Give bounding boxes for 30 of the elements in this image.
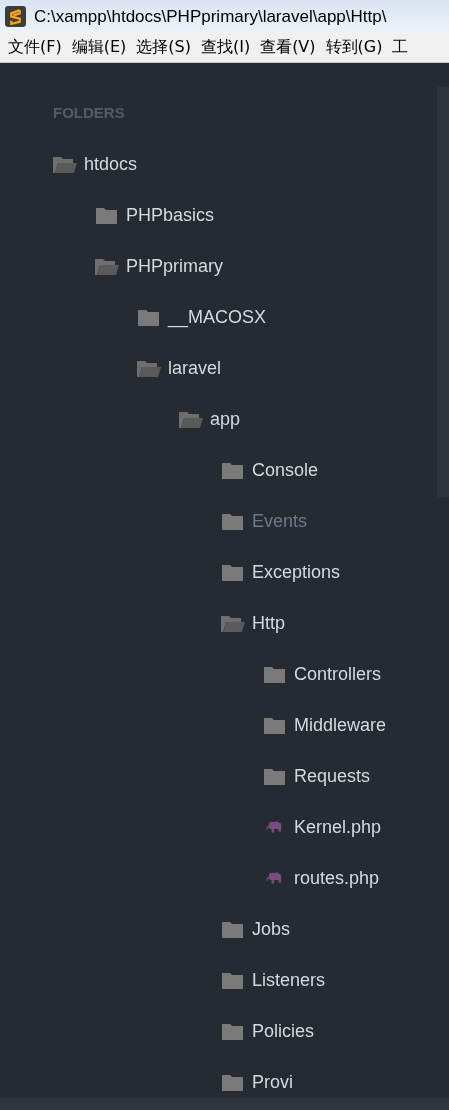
- app-logo-icon: [5, 6, 26, 27]
- folder-item[interactable]: Provi: [252, 1072, 293, 1093]
- folder-item[interactable]: laravel: [168, 358, 222, 379]
- elephant-icon: [266, 871, 284, 886]
- folder-item[interactable]: Exceptions: [252, 562, 341, 583]
- folder-item[interactable]: Controllers: [294, 664, 382, 685]
- menu-item[interactable]: 编辑(E): [71, 37, 127, 58]
- folder-item[interactable]: Console: [252, 460, 319, 481]
- menu-item[interactable]: 文件(F): [8, 37, 62, 58]
- window-title: C:\xampp\htdocs\PHPprimary\laravel\app\Http\: [34, 6, 387, 27]
- menu-item[interactable]: 工: [392, 37, 409, 58]
- folder-item[interactable]: htdocs: [84, 154, 138, 175]
- menu-item[interactable]: 转到(G): [325, 37, 383, 58]
- file-item[interactable]: Kernel.php: [294, 817, 382, 838]
- folder-item[interactable]: __MACOSX: [168, 307, 267, 328]
- elephant-icon: [266, 820, 284, 835]
- file-item[interactable]: routes.php: [294, 868, 380, 889]
- folder-item[interactable]: Policies: [252, 1021, 315, 1042]
- folder-item[interactable]: PHPprimary: [126, 256, 223, 277]
- folder-item[interactable]: Jobs: [252, 919, 291, 940]
- folder-item[interactable]: Http: [252, 613, 285, 634]
- menu-item[interactable]: 查看(V): [260, 37, 316, 58]
- menu-item[interactable]: 选择(S): [136, 37, 191, 58]
- folder-item[interactable]: Listeners: [252, 970, 326, 991]
- folder-item[interactable]: Requests: [294, 766, 371, 787]
- folder-item[interactable]: Middleware: [294, 715, 387, 736]
- folder-item[interactable]: app: [210, 409, 241, 430]
- sidebar-header: FOLDERS: [52, 104, 126, 123]
- folder-item[interactable]: PHPbasics: [126, 205, 215, 226]
- menu-item[interactable]: 查找(I): [200, 37, 251, 58]
